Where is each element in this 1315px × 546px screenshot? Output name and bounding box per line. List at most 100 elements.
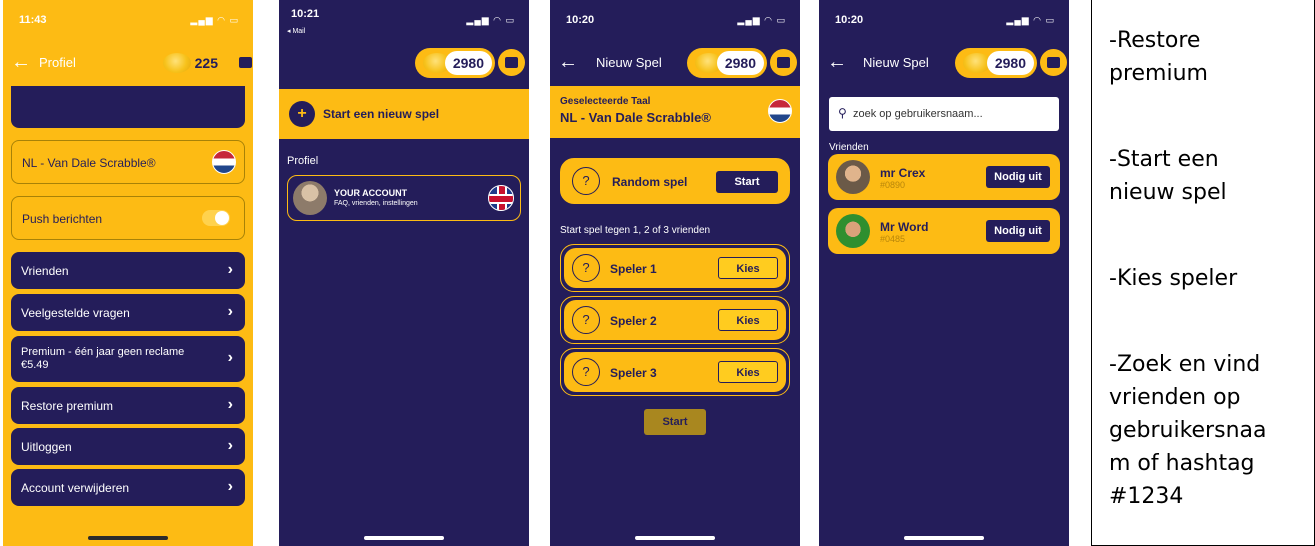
screen-find-friends: 10:20 ▂▄▆ ◠ ▭ ← Nieuw Spel 2980 ⚲ zoek o… [819, 0, 1069, 546]
note-line: #1234 [1109, 484, 1184, 509]
choose-player-button[interactable]: Kies [718, 361, 778, 383]
friend-tag: #0890 [880, 180, 906, 190]
menu-item-friends[interactable]: Vrienden › [11, 252, 245, 289]
menu-label: Account verwijderen [21, 481, 130, 495]
page-title: Profiel [39, 55, 76, 70]
screen-profile: 11:43 ▂▄▆ ◠ ▭ ← Profiel 225 NL - Van Dal… [3, 0, 253, 546]
invite-button[interactable]: Nodig uit [986, 220, 1050, 242]
menu-label: Vrienden [21, 264, 69, 278]
choose-player-button[interactable]: Kies [718, 309, 778, 331]
player-slot-inner: ? Speler 2 Kies [564, 300, 786, 340]
account-card[interactable]: YOUR ACCOUNT FAQ, vrienden, instellingen [287, 175, 521, 221]
home-indicator [364, 536, 444, 540]
home-indicator [88, 536, 168, 540]
invite-button[interactable]: Nodig uit [986, 166, 1050, 188]
profile-header-card [11, 86, 245, 128]
feature-notes: -Restore premium -Start een nieuw spel -… [1091, 0, 1315, 546]
note-line: m of hashtag [1109, 451, 1255, 476]
page-title: Nieuw Spel [863, 55, 929, 70]
chevron-right-icon: › [227, 478, 233, 495]
menu-label: Veelgestelde vragen [21, 306, 130, 320]
note-line: premium [1109, 61, 1208, 86]
status-icons: ▂▄▆ ◠ ▭ [1006, 15, 1055, 25]
coin-balance[interactable]: 225 [155, 48, 229, 78]
chevron-right-icon: › [227, 437, 233, 454]
random-start-button[interactable]: Start [716, 171, 778, 193]
wallet-icon[interactable] [498, 49, 525, 76]
question-icon: ? [572, 306, 600, 334]
avatar [836, 160, 870, 194]
new-game-label: Start een nieuw spel [323, 107, 440, 121]
note-line: -Restore [1109, 28, 1201, 53]
coin-balance[interactable]: 2980 [687, 48, 767, 78]
selected-language-caption: Geselecteerde Taal [560, 96, 651, 107]
avatar [293, 181, 327, 215]
note-line: -Kies speler [1109, 266, 1238, 291]
wallet-icon[interactable] [1040, 49, 1067, 76]
random-game-card: ? Random spel Start [560, 158, 790, 204]
back-to-mail-link[interactable]: ◂ Mail [287, 27, 305, 35]
wallet-icon[interactable] [232, 49, 253, 76]
start-game-button[interactable]: Start [644, 409, 706, 435]
menu-item-faq[interactable]: Veelgestelde vragen › [11, 294, 245, 331]
menu-label: Uitloggen [21, 440, 72, 454]
home-indicator [635, 536, 715, 540]
plus-icon: + [289, 101, 315, 127]
coin-count: 2980 [986, 51, 1034, 75]
push-label: Push berichten [22, 212, 103, 226]
coin-balance[interactable]: 2980 [955, 48, 1037, 78]
status-icons: ▂▄▆ ◠ ▭ [466, 15, 515, 25]
status-time: 11:43 [19, 14, 47, 26]
friend-name: Mr Word [880, 220, 929, 234]
account-subtitle: FAQ, vrienden, instellingen [334, 200, 418, 207]
selected-language-banner[interactable]: Geselecteerde Taal NL - Van Dale Scrabbl… [550, 86, 800, 138]
menu-item-restore-premium[interactable]: Restore premium › [11, 387, 245, 424]
note-line: vrienden op [1109, 385, 1241, 410]
section-title: Profiel [287, 155, 319, 167]
chevron-right-icon: › [227, 396, 233, 413]
language-selector[interactable]: NL - Van Dale Scrabble® [11, 140, 245, 184]
player-slot-2: ? Speler 2 Kies [560, 296, 790, 344]
player-slot-inner: ? Speler 3 Kies [564, 352, 786, 392]
menu-item-logout[interactable]: Uitloggen › [11, 428, 245, 465]
wallet-icon[interactable] [770, 49, 797, 76]
username-search-input[interactable]: ⚲ zoek op gebruikersnaam... [829, 97, 1059, 131]
player-label: Speler 3 [610, 366, 657, 380]
friends-prompt: Start spel tegen 1, 2 of 3 vrienden [560, 225, 711, 236]
note-line: -Zoek en vind [1109, 352, 1261, 377]
status-time: 10:20 [566, 14, 595, 26]
menu-label: Restore premium [21, 399, 114, 413]
question-icon: ? [572, 358, 600, 386]
status-bar: 11:43 ▂▄▆ ◠ ▭ [3, 0, 253, 40]
coin-count: 2980 [716, 51, 764, 75]
status-time: 10:21 [291, 8, 320, 20]
note-line: gebruikersnaa [1109, 418, 1267, 443]
menu-sublabel: €5.49 [21, 359, 49, 371]
new-game-banner[interactable]: + Start een nieuw spel [279, 89, 529, 139]
friend-row: Mr Word #0485 Nodig uit [828, 208, 1060, 254]
status-icons: ▂▄▆ ◠ ▭ [190, 15, 239, 25]
back-arrow-icon[interactable]: ← [827, 52, 847, 72]
menu-item-delete-account[interactable]: Account verwijderen › [11, 469, 245, 506]
page-title: Nieuw Spel [596, 55, 662, 70]
menu-item-premium[interactable]: Premium - één jaar geen reclame €5.49 › [11, 336, 245, 382]
home-indicator [904, 536, 984, 540]
player-slot-3: ? Speler 3 Kies [560, 348, 790, 396]
player-slot-inner: ? Speler 1 Kies [564, 248, 786, 288]
player-label: Speler 2 [610, 314, 657, 328]
status-icons: ▂▄▆ ◠ ▭ [737, 15, 786, 25]
choose-player-button[interactable]: Kies [718, 257, 778, 279]
back-arrow-icon[interactable]: ← [11, 52, 31, 72]
push-toggle[interactable] [202, 210, 230, 226]
question-icon: ? [572, 254, 600, 282]
uk-flag-icon [488, 185, 514, 211]
status-bar: 10:20 ▂▄▆ ◠ ▭ [550, 0, 800, 40]
note-line: nieuw spel [1109, 180, 1227, 205]
account-title: YOUR ACCOUNT [334, 188, 408, 198]
friend-name: mr Crex [880, 166, 926, 180]
menu-label: Premium - één jaar geen reclame [21, 346, 185, 358]
back-arrow-icon[interactable]: ← [558, 52, 578, 72]
chevron-right-icon: › [227, 349, 233, 366]
coin-balance[interactable]: 2980 [415, 48, 495, 78]
question-icon: ? [572, 167, 600, 195]
